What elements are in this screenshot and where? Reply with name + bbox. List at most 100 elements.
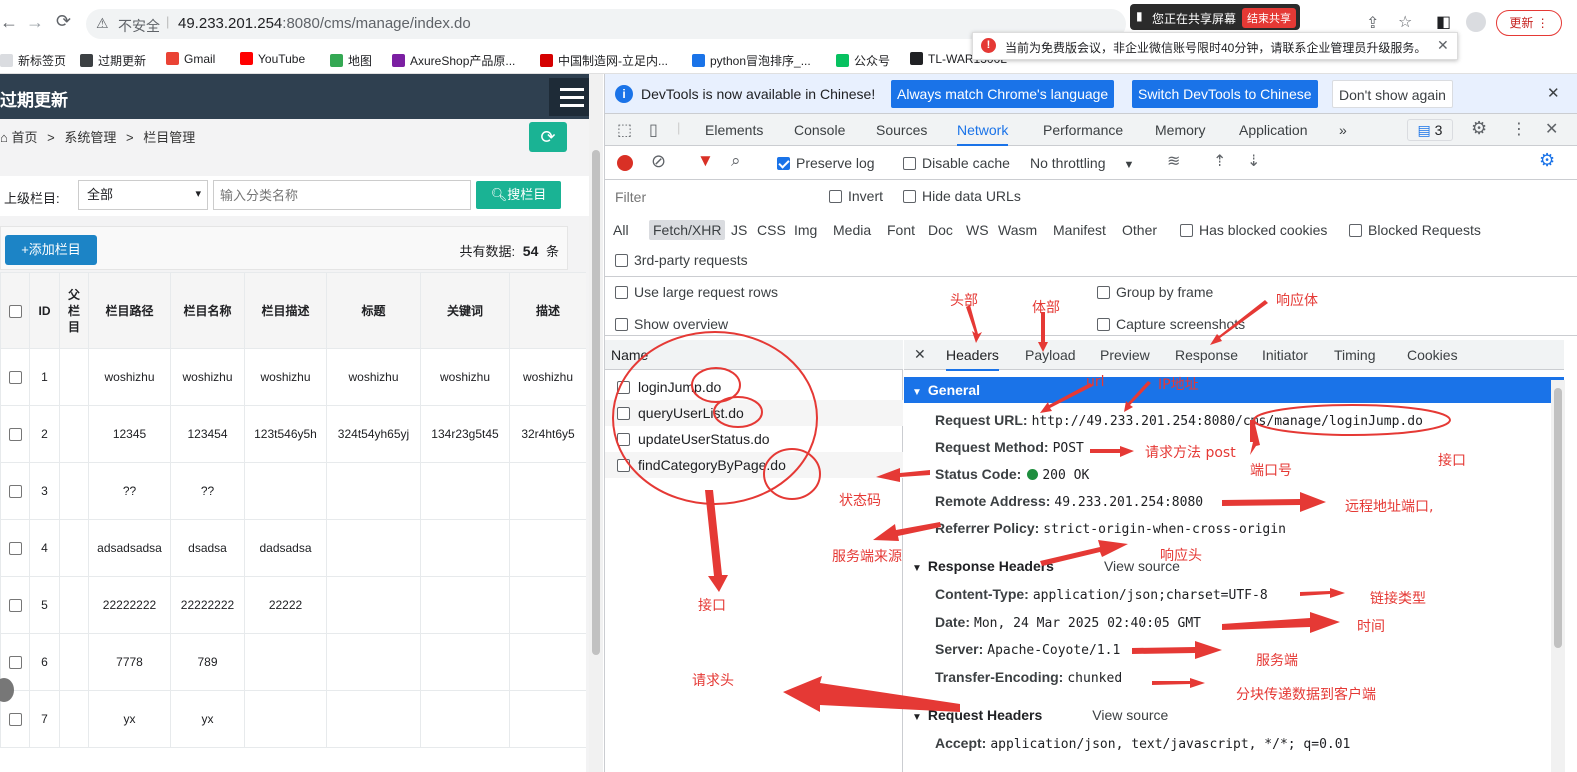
show-overview-checkbox[interactable]: Show overview [615, 316, 728, 332]
type-filter-wasm[interactable]: Wasm [998, 222, 1037, 238]
group-by-frame-checkbox[interactable]: Group by frame [1097, 284, 1213, 300]
close-devtools-icon[interactable]: ✕ [1545, 119, 1558, 139]
general-section[interactable]: ▼ General [904, 377, 1564, 403]
type-filter-ws[interactable]: WS [966, 222, 989, 238]
bookmark-item[interactable]: 新标签页 [0, 52, 66, 69]
kebab-menu-icon[interactable]: ⋮ [1511, 119, 1527, 139]
issues-badge[interactable]: ▤ 3 [1407, 119, 1453, 141]
network-settings-icon[interactable]: ⚙ [1539, 150, 1555, 171]
invert-checkbox[interactable]: Invert [829, 188, 883, 204]
match-language-button[interactable]: Always match Chrome's language [891, 80, 1115, 108]
network-filter-input[interactable] [611, 186, 813, 208]
request-row[interactable]: queryUserList.do [605, 400, 903, 426]
type-filter-fetchxhr[interactable]: Fetch/XHR [649, 220, 726, 240]
type-filter-js[interactable]: JS [731, 222, 747, 238]
inspect-icon[interactable]: ⬚ [617, 120, 632, 140]
parent-category-select[interactable]: 全部 ▾ [78, 180, 208, 210]
view-source-link[interactable]: View source [1092, 707, 1168, 723]
type-filter-font[interactable]: Font [887, 222, 915, 238]
has-blocked-cookies-checkbox[interactable]: Has blocked cookies [1180, 222, 1327, 238]
detail-tab-payload[interactable]: Payload [1025, 347, 1076, 363]
row-select-cell[interactable] [0, 462, 30, 520]
third-party-checkbox[interactable]: 3rd-party requests [615, 252, 748, 268]
request-checkbox[interactable] [617, 407, 630, 420]
request-checkbox[interactable] [617, 381, 630, 394]
left-scrollbar-thumb[interactable] [592, 150, 600, 655]
request-checkbox[interactable] [617, 459, 630, 472]
request-row[interactable]: findCategoryByPage.do [605, 452, 903, 478]
type-filter-img[interactable]: Img [794, 222, 817, 238]
tab-application[interactable]: Application [1239, 122, 1308, 138]
switch-chinese-button[interactable]: Switch DevTools to Chinese [1132, 80, 1318, 108]
tab-console[interactable]: Console [794, 122, 845, 138]
row-checkbox[interactable] [8, 656, 22, 670]
request-row[interactable]: updateUserStatus.do [605, 426, 903, 452]
row-checkbox[interactable] [8, 599, 22, 613]
close-infobar-icon[interactable]: ✕ [1547, 84, 1560, 102]
close-detail-icon[interactable]: ✕ [914, 346, 926, 363]
detail-tab-headers[interactable]: Headers [946, 347, 999, 371]
detail-tab-preview[interactable]: Preview [1100, 347, 1150, 363]
detail-tab-timing[interactable]: Timing [1334, 347, 1376, 363]
bookmark-item[interactable]: Gmail [166, 52, 215, 66]
row-checkbox[interactable] [8, 713, 22, 727]
tab-performance[interactable]: Performance [1043, 122, 1123, 138]
category-name-input[interactable] [213, 180, 471, 210]
export-har-icon[interactable]: ⇣ [1247, 151, 1260, 171]
type-filter-css[interactable]: CSS [757, 222, 786, 238]
capture-screenshots-checkbox[interactable]: Capture screenshots [1097, 316, 1245, 332]
row-select-cell[interactable] [0, 405, 30, 463]
detail-tab-response[interactable]: Response [1175, 347, 1238, 363]
bookmark-item[interactable]: 公众号 [836, 52, 890, 69]
close-notice-icon[interactable]: ✕ [1437, 37, 1449, 54]
row-select-cell[interactable] [0, 576, 30, 634]
menu-toggle-button[interactable] [549, 78, 593, 116]
search-icon[interactable]: ⌕ [731, 151, 741, 171]
row-checkbox[interactable] [8, 542, 22, 556]
address-bar[interactable]: ⚠ 不安全 | 49.233.201.254:8080/cms/manage/i… [86, 9, 1126, 39]
bookmark-item[interactable]: 中国制造网-立足内... [540, 52, 668, 69]
forward-icon[interactable]: → [26, 12, 44, 33]
select-all-checkbox[interactable] [8, 304, 22, 318]
type-filter-all[interactable]: All [613, 222, 629, 238]
large-rows-checkbox[interactable]: Use large request rows [615, 284, 778, 300]
row-checkbox[interactable] [8, 371, 22, 385]
device-toolbar-icon[interactable]: ▯ [649, 120, 658, 140]
detail-tab-cookies[interactable]: Cookies [1407, 347, 1458, 363]
hide-data-urls-checkbox[interactable]: Hide data URLs [903, 188, 1021, 204]
search-category-button[interactable]: 🔍︎搜栏目 [476, 181, 561, 209]
bookmark-item[interactable]: 地图 [330, 52, 372, 69]
reload-icon[interactable]: ⟳ [56, 11, 71, 32]
update-button[interactable]: 更新 ⋮ [1496, 10, 1562, 36]
import-har-icon[interactable]: ⇡ [1213, 151, 1226, 171]
disable-cache-checkbox[interactable]: Disable cache [903, 155, 1010, 171]
row-select-cell[interactable] [0, 348, 30, 406]
response-headers-section[interactable]: ▼ Response Headers View source [904, 553, 1564, 579]
tab-network[interactable]: Network [957, 122, 1009, 146]
row-checkbox[interactable] [8, 428, 22, 442]
detail-scrollbar-thumb[interactable] [1554, 388, 1562, 648]
type-filter-other[interactable]: Other [1122, 222, 1157, 238]
select-all-header[interactable] [0, 272, 30, 349]
tab-memory[interactable]: Memory [1155, 122, 1206, 138]
request-row[interactable]: loginJump.do [605, 374, 903, 400]
star-icon[interactable]: ☆ [1398, 12, 1412, 32]
dont-show-button[interactable]: Don't show again [1332, 80, 1453, 108]
type-filter-manifest[interactable]: Manifest [1053, 222, 1106, 238]
more-tabs-icon[interactable]: » [1339, 122, 1347, 138]
tab-sources[interactable]: Sources [876, 122, 927, 138]
side-panel-icon[interactable]: ◧ [1436, 12, 1451, 32]
warning-icon[interactable]: ⚠ [96, 15, 109, 32]
breadcrumb-home[interactable]: 首页 [11, 130, 37, 145]
tab-elements[interactable]: Elements [705, 122, 763, 138]
request-headers-section[interactable]: ▼ Request Headers View source [904, 702, 1564, 728]
row-select-cell[interactable] [0, 519, 30, 577]
settings-gear-icon[interactable]: ⚙ [1471, 118, 1487, 139]
bookmark-item[interactable]: AxureShop产品原... [392, 52, 515, 69]
preserve-log-checkbox[interactable]: Preserve log [777, 155, 875, 171]
back-icon[interactable]: ← [0, 12, 18, 33]
refresh-button[interactable]: ⟳ [529, 122, 567, 152]
name-column-header[interactable]: Name [605, 340, 903, 370]
add-category-button[interactable]: +添加栏目 [5, 235, 97, 265]
record-icon[interactable] [617, 155, 633, 171]
